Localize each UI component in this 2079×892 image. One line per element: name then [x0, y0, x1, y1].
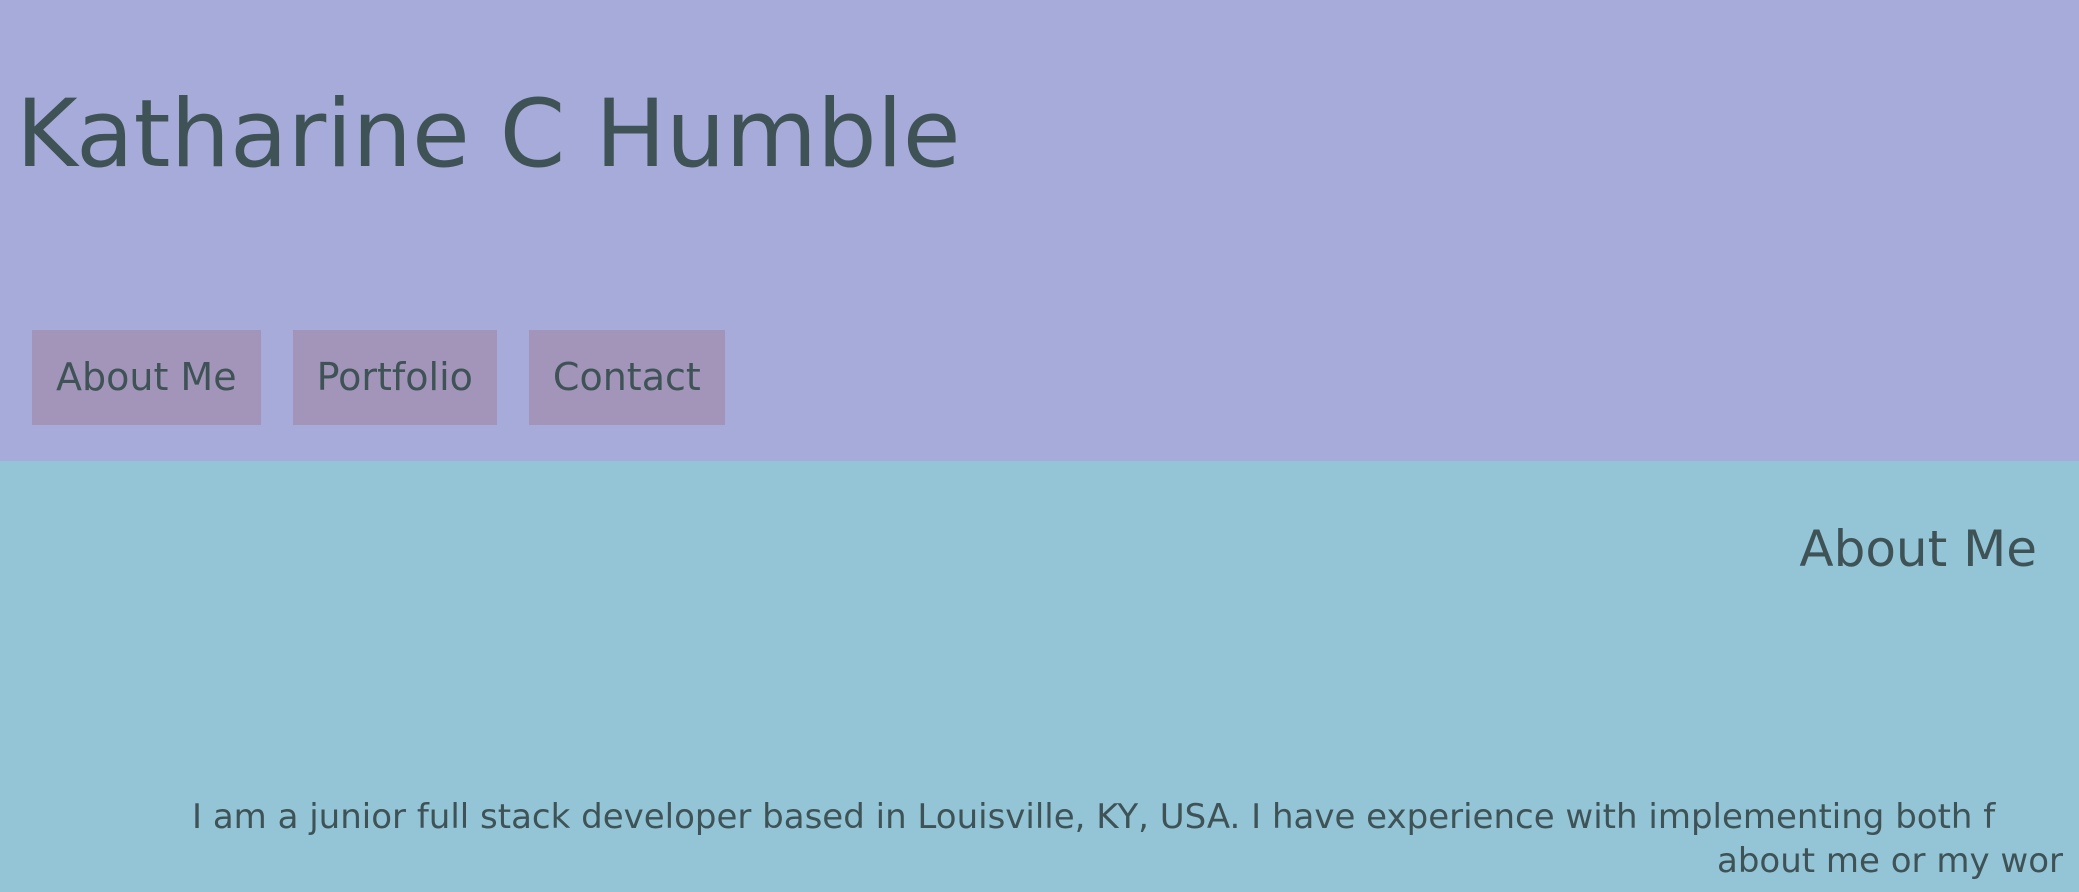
- main-nav: About Me Portfolio Contact: [32, 330, 725, 425]
- page: Katharine C Humble About Me Portfolio Co…: [0, 0, 2079, 892]
- about-section: About Me I am a junior full stack develo…: [0, 461, 2079, 892]
- about-text-line-2: about me or my wor: [1717, 841, 2063, 881]
- site-header: Katharine C Humble About Me Portfolio Co…: [0, 0, 2079, 461]
- nav-about-me-button[interactable]: About Me: [32, 330, 261, 425]
- about-heading: About Me: [1799, 520, 2037, 578]
- about-text-line-1: I am a junior full stack developer based…: [192, 797, 1996, 837]
- about-paragraph: I am a junior full stack developer based…: [192, 795, 2079, 883]
- nav-contact-button[interactable]: Contact: [528, 330, 725, 425]
- nav-portfolio-button[interactable]: Portfolio: [292, 330, 497, 425]
- site-title: Katharine C Humble: [16, 80, 961, 189]
